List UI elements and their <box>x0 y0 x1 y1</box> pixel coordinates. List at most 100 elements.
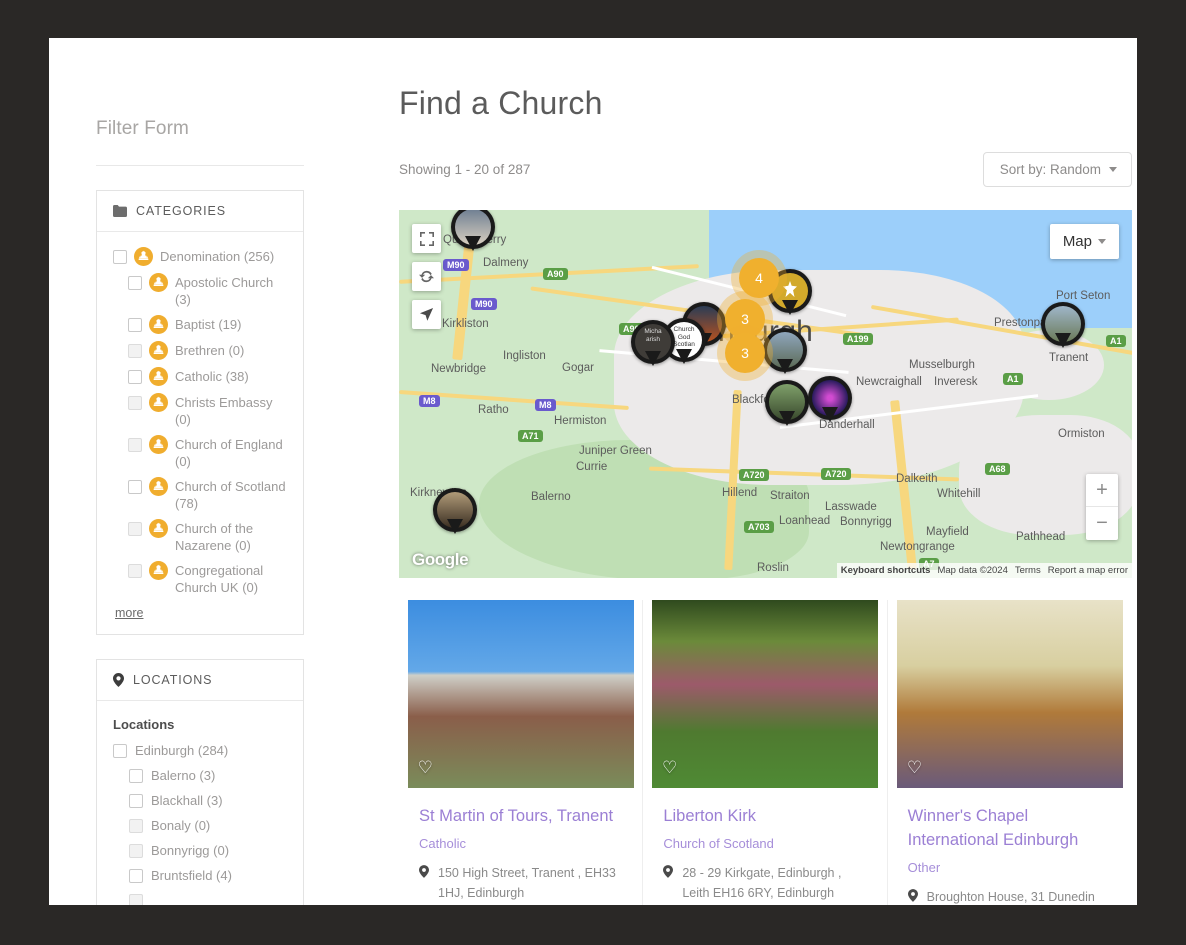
page-container: Filter Form CATEGORIES Denomination (256… <box>49 38 1137 905</box>
category-checkbox[interactable] <box>128 370 142 384</box>
location-filter-row[interactable]: Balerno (3) <box>113 767 291 783</box>
map-place-label: Ormiston <box>1058 428 1105 440</box>
category-checkbox[interactable] <box>128 318 142 332</box>
location-label: Bonaly (0) <box>151 817 211 833</box>
listing-card[interactable]: ♡ Winner's Chapel International Edinburgh… <box>887 600 1132 905</box>
listing-address: 28 - 29 Kirkgate, Edinburgh , Leith EH16… <box>663 863 866 903</box>
heart-icon[interactable]: ♡ <box>418 758 433 778</box>
category-checkbox[interactable] <box>128 276 142 290</box>
category-checkbox[interactable] <box>128 396 142 410</box>
heart-icon[interactable]: ♡ <box>662 758 677 778</box>
map-type-dropdown[interactable]: Map <box>1049 224 1119 259</box>
map-zoom-controls[interactable]: + − <box>1086 474 1118 540</box>
map-location-pin[interactable] <box>433 488 477 532</box>
listing-details: Liberton Kirk Church of Scotland 28 - 29 K… <box>643 788 886 905</box>
terms-link[interactable]: Terms <box>1015 565 1041 576</box>
listing-title-link[interactable]: Winner's Chapel International Edinburgh <box>908 807 1079 849</box>
category-checkbox[interactable] <box>128 438 142 452</box>
listing-title-link[interactable]: Liberton Kirk <box>663 807 756 825</box>
category-label: Congregational Church UK (0) <box>175 563 264 595</box>
church-icon <box>149 315 168 334</box>
fullscreen-button[interactable] <box>412 224 441 253</box>
results-map[interactable]: dinburgh QueensferryDalmenyKirklistonNew… <box>399 210 1132 578</box>
listing-title-link[interactable]: St Martin of Tours, Tranent <box>419 807 613 825</box>
results-toolbar: Showing 1 - 20 of 287 Sort by: Random <box>352 122 1137 187</box>
map-location-pin[interactable] <box>1041 302 1085 346</box>
listing-card[interactable]: ♡ Liberton Kirk Church of Scotland 28 - 29 … <box>643 600 888 905</box>
category-filter-row[interactable]: Church of Scotland (78) <box>113 477 291 512</box>
category-filter-row[interactable]: Baptist (19) <box>113 315 291 334</box>
locate-me-button[interactable] <box>412 300 441 329</box>
listing-image[interactable]: ♡ <box>896 600 1123 788</box>
map-pin-icon <box>663 863 674 903</box>
category-filter-row[interactable]: Denomination (256) <box>113 247 291 266</box>
heart-icon[interactable]: ♡ <box>907 758 922 778</box>
sidebar-divider <box>96 165 304 166</box>
map-place-label: Tranent <box>1049 352 1089 364</box>
map-cluster-marker[interactable]: 3 <box>725 333 765 373</box>
listing-category: Other <box>907 860 941 875</box>
listing-cards: ♡ St Martin of Tours, Tranent Catholic 150 … <box>399 600 1132 905</box>
map-location-pin[interactable] <box>765 380 809 424</box>
location-filter-row[interactable]: Bruntsfield (4) <box>113 867 291 883</box>
map-place-label: Port Seton <box>1056 290 1111 302</box>
listing-image[interactable]: ♡ <box>651 600 878 788</box>
category-filter-row[interactable]: Church of the Nazarene (0) <box>113 519 291 554</box>
map-place-label: Kirkliston <box>442 318 489 330</box>
category-checkbox[interactable] <box>128 344 142 358</box>
category-filter-row[interactable]: Congregational Church UK (0) <box>113 561 291 596</box>
category-checkbox[interactable] <box>128 480 142 494</box>
church-icon <box>149 393 168 412</box>
map-place-label: Ratho <box>478 404 509 416</box>
map-road-shield: A703 <box>744 521 774 533</box>
listing-address-text: 150 High Street, Tranent , EH33 1HJ, Edi… <box>438 866 616 900</box>
map-place-label: Mayfield <box>926 526 969 538</box>
category-filter-row[interactable]: Apostolic Church (3) <box>113 273 291 308</box>
location-checkbox[interactable] <box>129 769 143 783</box>
refresh-search-button[interactable] <box>412 262 441 291</box>
folder-icon <box>113 205 127 217</box>
map-location-pin[interactable]: Micha arish <box>631 320 675 364</box>
category-checkbox[interactable] <box>113 250 127 264</box>
locations-panel: LOCATIONS Locations Edinburgh (284) Baler… <box>96 659 304 905</box>
listing-category: Church of Scotland <box>663 836 774 851</box>
map-location-pin[interactable] <box>808 376 852 420</box>
listing-address-text: 28 - 29 Kirkgate, Edinburgh , Leith EH16… <box>682 866 842 900</box>
category-filter-row[interactable]: Catholic (38) <box>113 367 291 386</box>
category-filter-row[interactable]: Church of England (0) <box>113 435 291 470</box>
category-filter-row[interactable]: Christs Embassy (0) <box>113 393 291 428</box>
category-filter-row[interactable]: Brethren (0) <box>113 341 291 360</box>
location-checkbox[interactable] <box>129 794 143 808</box>
sort-by-dropdown[interactable]: Sort by: Random <box>982 152 1132 187</box>
listing-card[interactable]: ♡ St Martin of Tours, Tranent Catholic 150 … <box>399 600 644 905</box>
location-checkbox[interactable] <box>113 744 127 758</box>
location-filter-row[interactable]: Blackhall (3) <box>113 792 291 808</box>
map-cluster-marker[interactable]: 4 <box>739 258 779 298</box>
map-road-shield: A1 <box>1003 373 1023 385</box>
map-place-label: Loanhead <box>779 515 831 527</box>
location-checkbox[interactable] <box>129 894 143 905</box>
location-filter-row[interactable] <box>113 892 291 905</box>
location-filter-row[interactable]: Edinburgh (284) <box>113 742 291 758</box>
map-place-label: Straiton <box>770 490 810 502</box>
zoom-out-button[interactable]: − <box>1086 507 1118 540</box>
map-location-pin[interactable] <box>763 328 807 372</box>
chevron-down-icon <box>1109 167 1117 172</box>
report-map-error-link[interactable]: Report a map error <box>1048 565 1128 576</box>
results-count: Showing 1 - 20 of 287 <box>399 162 531 177</box>
keyboard-shortcuts-link[interactable]: Keyboard shortcuts <box>841 565 931 576</box>
location-checkbox[interactable] <box>129 869 143 883</box>
category-checkbox[interactable] <box>128 564 142 578</box>
location-filter-row[interactable]: Bonnyrigg (0) <box>113 842 291 858</box>
category-checkbox[interactable] <box>128 522 142 536</box>
listing-image[interactable]: ♡ <box>407 600 634 788</box>
show-more-categories-link[interactable]: more <box>115 606 143 620</box>
map-road-shield: M8 <box>535 399 556 411</box>
map-pin-label: Micha arish <box>644 328 662 343</box>
zoom-in-button[interactable]: + <box>1086 474 1118 507</box>
location-filter-row[interactable]: Bonaly (0) <box>113 817 291 833</box>
location-checkbox[interactable] <box>129 819 143 833</box>
locations-list: Locations Edinburgh (284) Balerno (3) Blac… <box>97 701 303 905</box>
map-place-label: Juniper Green <box>579 445 652 457</box>
location-checkbox[interactable] <box>129 844 143 858</box>
